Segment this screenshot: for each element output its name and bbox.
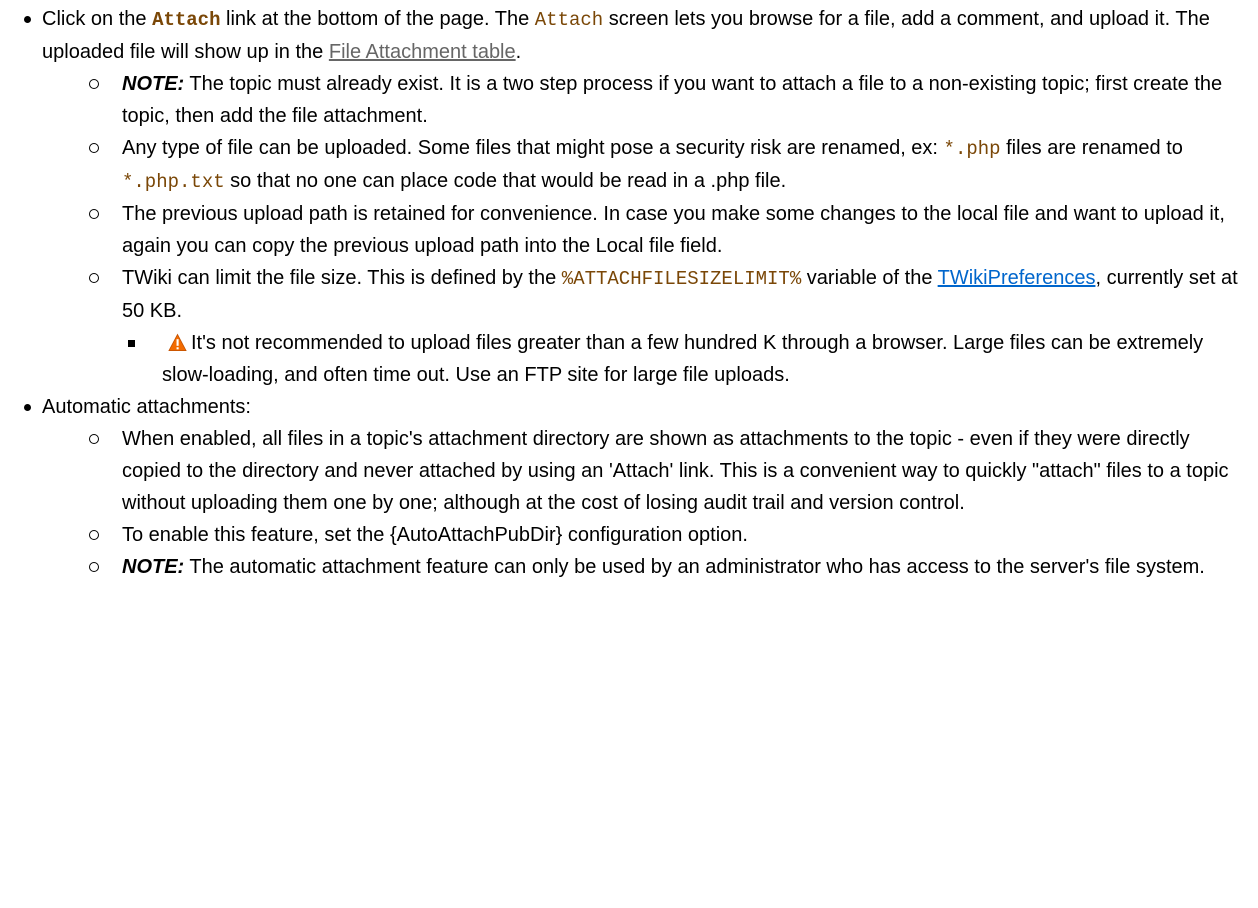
bullet-square bbox=[128, 340, 135, 347]
text: The topic must already exist. It is a tw… bbox=[122, 73, 1223, 127]
auto-sublist: When enabled, all files in a topic's att… bbox=[89, 423, 1250, 583]
bullet-disc bbox=[24, 16, 31, 23]
file-attachment-table-link[interactable]: File Attachment table bbox=[329, 41, 516, 63]
text: . bbox=[515, 41, 522, 63]
bullet-circle bbox=[89, 434, 99, 444]
document-body: Click on the Attach link at the bottom o… bbox=[0, 0, 1258, 583]
list-item-note-topic-exists: NOTE: The topic must already exist. It i… bbox=[89, 68, 1250, 132]
list-item-note-admin: NOTE: The automatic attachment feature c… bbox=[89, 551, 1250, 583]
main-list: Click on the Attach link at the bottom o… bbox=[0, 3, 1250, 583]
text: Automatic attachments: bbox=[42, 396, 251, 418]
bullet-circle bbox=[89, 530, 99, 540]
list-item-previous-path: The previous upload path is retained for… bbox=[89, 198, 1250, 262]
text: TWiki can limit the file size. This is d… bbox=[122, 267, 562, 289]
attach-filesize-limit-variable: %ATTACHFILESIZELIMIT% bbox=[561, 268, 802, 290]
twiki-preferences-link[interactable]: TWikiPreferences bbox=[938, 267, 1096, 289]
text: Any type of file can be uploaded. Some f… bbox=[122, 137, 944, 159]
list-item-automatic-attachments: Automatic attachments: When enabled, all… bbox=[0, 391, 1250, 583]
bullet-circle bbox=[89, 562, 99, 572]
note-label: NOTE: bbox=[122, 556, 185, 578]
list-item-warning: It's not recommended to upload files gre… bbox=[128, 327, 1250, 391]
list-item-file-size-limit: TWiki can limit the file size. This is d… bbox=[89, 262, 1250, 391]
bullet-circle bbox=[89, 143, 99, 153]
text: Click on the bbox=[42, 8, 153, 30]
text: To enable this feature, set the {AutoAtt… bbox=[122, 524, 748, 546]
list-item-when-enabled: When enabled, all files in a topic's att… bbox=[89, 423, 1250, 519]
size-limit-sublist: It's not recommended to upload files gre… bbox=[128, 327, 1250, 391]
text: It's not recommended to upload files gre… bbox=[162, 332, 1204, 386]
attach-sublist: NOTE: The topic must already exist. It i… bbox=[89, 68, 1250, 391]
list-item-enable-feature: To enable this feature, set the {AutoAtt… bbox=[89, 519, 1250, 551]
text: The previous upload path is retained for… bbox=[122, 203, 1225, 257]
warning-triangle-icon bbox=[168, 333, 187, 352]
bullet-circle bbox=[89, 209, 99, 219]
php-txt-code: *.php.txt bbox=[122, 171, 225, 193]
bullet-circle bbox=[89, 79, 99, 89]
text: files are renamed to bbox=[1000, 137, 1183, 159]
attach-code: Attach bbox=[534, 9, 604, 31]
text: so that no one can place code that would… bbox=[224, 170, 787, 192]
list-item-any-file-type: Any type of file can be uploaded. Some f… bbox=[89, 132, 1250, 198]
text: link at the bottom of the page. The bbox=[220, 8, 535, 30]
text: variable of the bbox=[801, 267, 938, 289]
text: When enabled, all files in a topic's att… bbox=[122, 428, 1229, 514]
attach-bold-code: Attach bbox=[152, 9, 221, 31]
text: The automatic attachment feature can onl… bbox=[184, 556, 1205, 578]
bullet-circle bbox=[89, 273, 99, 283]
bullet-disc bbox=[24, 404, 31, 411]
php-code: *.php bbox=[943, 138, 1001, 160]
list-item-attach: Click on the Attach link at the bottom o… bbox=[0, 3, 1250, 391]
note-label: NOTE: bbox=[122, 73, 185, 95]
